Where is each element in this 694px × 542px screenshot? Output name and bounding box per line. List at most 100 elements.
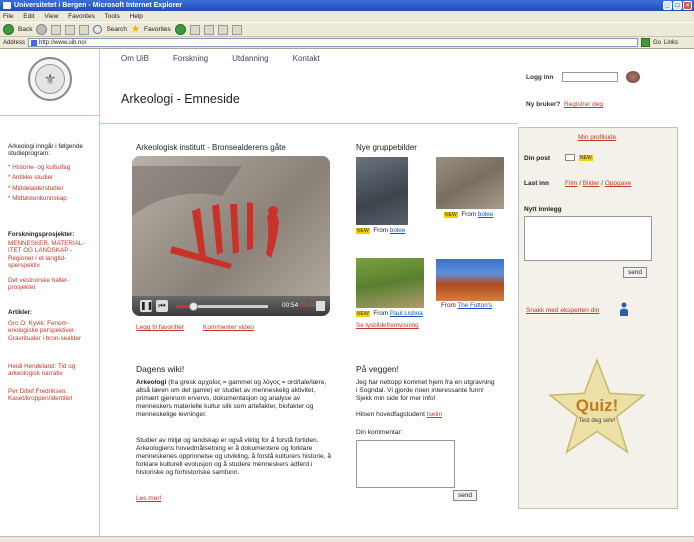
back-icon[interactable] (3, 24, 14, 35)
menu-file[interactable]: File (3, 13, 13, 20)
login-input[interactable] (562, 72, 618, 82)
program-link[interactable]: * Antikke studier (8, 174, 98, 181)
mail-icon[interactable] (203, 24, 214, 35)
search-button[interactable]: Search (106, 26, 127, 33)
go-button[interactable]: Go (653, 40, 661, 46)
quiz-title: Quiz! (575, 396, 619, 415)
new-post-textarea[interactable] (524, 216, 652, 261)
address-input[interactable]: http://www.uib.no/ (28, 38, 639, 47)
photo-user-link[interactable]: bolee (478, 211, 493, 218)
upload-label: Last inn (524, 180, 549, 187)
photo-user-link[interactable]: Paul Lisboa (390, 310, 423, 317)
refresh-icon[interactable] (65, 24, 76, 35)
send-comment-button[interactable]: send (453, 490, 477, 501)
favorites-button[interactable]: Favorites (144, 26, 171, 33)
chat-expert-link[interactable]: Snakk med eksperten din (526, 307, 599, 314)
video-player[interactable]: ❚❚ ⏮ 00:54 03:00 (132, 156, 330, 316)
photo-thumbnail[interactable] (356, 157, 408, 225)
quiz-star[interactable]: Quiz! Test deg selv! (547, 357, 647, 456)
articles-heading: Artikler: (8, 309, 33, 316)
photo-thumbnail[interactable] (436, 259, 504, 301)
read-more-link[interactable]: Les mer! (136, 495, 161, 502)
wall-author-link[interactable]: Iselin (427, 411, 442, 418)
research-link[interactable]: Det vestnorske haller-prosjektet (8, 277, 94, 292)
new-badge: NEW (356, 228, 370, 234)
article-link[interactable]: Gro O. Kyvik: Fenom-enologiske perspekti… (8, 320, 94, 342)
search-icon[interactable] (93, 25, 103, 34)
from-label: From (373, 227, 389, 234)
from-label: From (461, 211, 477, 218)
page-title: Arkeologi - Emneside (121, 92, 240, 106)
volume-icon[interactable] (316, 301, 325, 311)
divider (100, 123, 518, 124)
nav-item-utdanning[interactable]: Utdanning (232, 54, 268, 63)
photo-thumbnail[interactable] (356, 258, 424, 308)
menu-tools[interactable]: Tools (105, 13, 120, 20)
left-column (0, 49, 100, 542)
menu-edit[interactable]: Edit (23, 13, 34, 20)
address-label: Address (3, 39, 26, 46)
upload-film-link[interactable]: Film (565, 180, 577, 187)
slideshow-link[interactable]: Se lysbildefremvisning (356, 322, 419, 329)
stop-icon[interactable] (51, 24, 62, 35)
favorites-icon[interactable]: ★ (131, 24, 140, 35)
send-post-button[interactable]: send (623, 267, 647, 278)
program-link[interactable]: * Midtøstenkunnskap (8, 195, 98, 202)
go-icon[interactable] (641, 38, 651, 47)
new-user-label: Ny bruker? (526, 101, 561, 108)
edit-icon[interactable] (231, 24, 242, 35)
home-icon[interactable] (79, 24, 90, 35)
time-total: 03:00 (300, 302, 317, 309)
window-title-bar: Universitetet i Bergen - Microsoft Inter… (0, 0, 694, 11)
print-icon[interactable] (217, 24, 228, 35)
menu-view[interactable]: View (44, 13, 58, 20)
photo-thumbnail[interactable] (436, 157, 504, 209)
program-link[interactable]: * Middelalderstudier (8, 185, 98, 192)
from-label: From (441, 302, 456, 309)
upload-images-link[interactable]: Bilder (583, 180, 600, 187)
expert-person-icon[interactable] (619, 302, 629, 316)
login-button[interactable] (626, 71, 640, 83)
mail-icon[interactable] (565, 154, 575, 161)
register-link[interactable]: Registrer deg (564, 101, 603, 108)
progress-handle[interactable] (189, 302, 198, 311)
photos-heading: Nye gruppebilder (356, 143, 417, 152)
forward-icon[interactable] (36, 24, 48, 35)
nav-item-kontakt[interactable]: Kontakt (293, 54, 320, 63)
rock-carving-image (132, 166, 279, 269)
menu-favorites[interactable]: Favorites (68, 13, 95, 20)
pause-icon[interactable]: ❚❚ (140, 300, 153, 312)
back-label[interactable]: Back (18, 26, 32, 33)
add-favorite-link[interactable]: Legg til favoritter (136, 324, 184, 331)
wiki-heading: Dagens wiki! (136, 364, 185, 374)
photo-user-link[interactable]: bolee (390, 227, 405, 234)
upload-assignment-link[interactable]: Oppgave (605, 180, 631, 187)
nav-item-om-uib[interactable]: Om UiB (121, 54, 149, 63)
wiki-term: Arkeologi (136, 379, 167, 386)
video-heading: Arkeologisk institutt - Bronsealderens g… (136, 143, 286, 152)
nav-item-forskning[interactable]: Forskning (173, 54, 208, 63)
media-icon[interactable] (174, 24, 186, 35)
article-link[interactable]: Per Ditlef Fredriksen: Kaset/kroppen/ide… (8, 388, 94, 403)
comment-video-link[interactable]: Kommenter video (203, 324, 254, 331)
uib-logo[interactable]: ⚜ (28, 57, 72, 101)
close-button[interactable]: × (683, 1, 692, 10)
program-link[interactable]: * Historie- og kulturfag (8, 164, 98, 171)
new-post-label: Nytt innlegg (524, 206, 562, 213)
research-link[interactable]: MENNESKER, MATERIAL-ITET OG LANDSKAP - R… (8, 240, 94, 269)
maximize-button[interactable]: □ (673, 1, 682, 10)
article-link[interactable]: Heidi Hendeland: Tid og arkeologisk narr… (8, 363, 94, 378)
my-profile-link[interactable]: Min profilside (578, 134, 616, 141)
photo-user-link[interactable]: The Futton's (457, 302, 492, 309)
comment-textarea[interactable] (356, 440, 455, 488)
links-label[interactable]: Links (664, 40, 678, 46)
divider (0, 115, 100, 116)
menu-help[interactable]: Help (130, 13, 143, 20)
status-bar (0, 536, 694, 542)
history-icon[interactable] (189, 24, 200, 35)
address-value: http://www.uib.no/ (39, 40, 87, 46)
skip-back-icon[interactable]: ⏮ (156, 300, 168, 312)
research-heading: Forskningsprosjekter: (8, 231, 75, 238)
minimize-button[interactable]: _ (663, 1, 672, 10)
video-frame (132, 156, 330, 296)
